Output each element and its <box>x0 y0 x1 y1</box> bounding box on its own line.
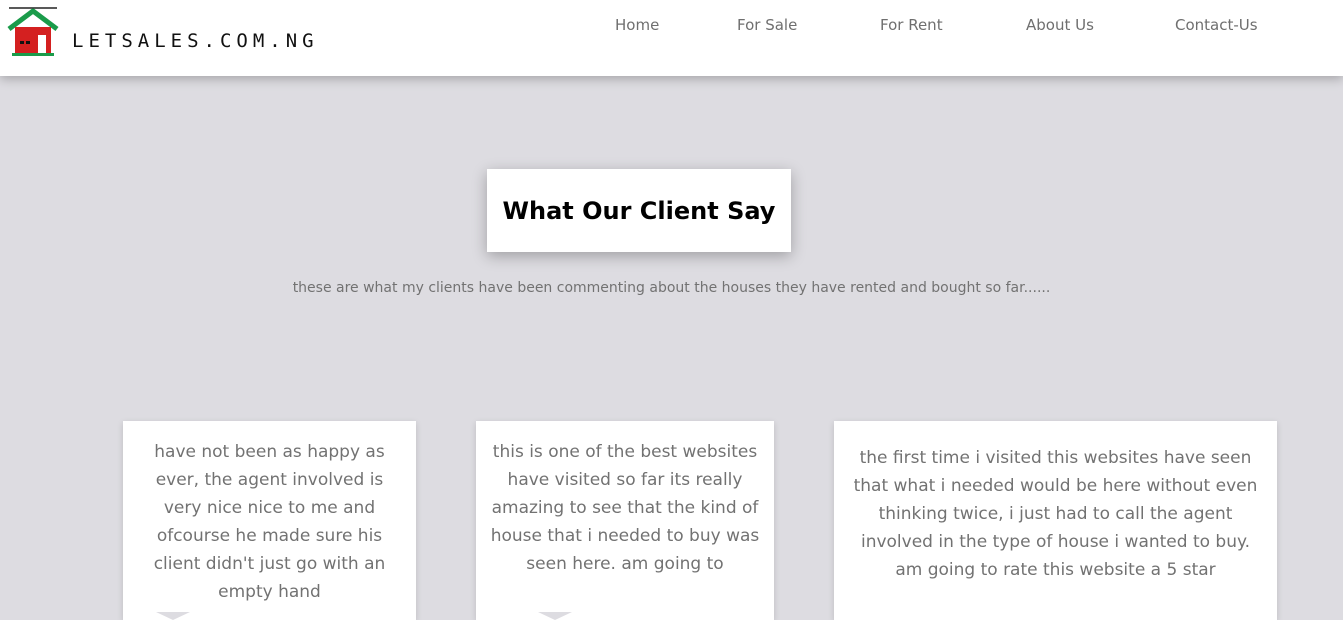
section-subtitle: these are what my clients have been comm… <box>292 280 1051 296</box>
testimonial-text: this is one of the best websites have vi… <box>490 442 760 574</box>
house-logo-icon[interactable] <box>7 7 59 57</box>
testimonial-text: the first time i visited this websites h… <box>853 448 1258 580</box>
brand-name[interactable]: LETSALES.COM.NG <box>72 30 319 52</box>
section-title-box: What Our Client Say <box>487 169 791 252</box>
testimonial-text: have not been as happy as ever, the agen… <box>153 442 386 602</box>
nav-for-sale-link[interactable]: For Sale <box>737 16 797 34</box>
testimonial-card: the first time i visited this websites h… <box>834 421 1277 620</box>
nav-contact-us-link[interactable]: Contact-Us <box>1175 16 1258 34</box>
card-pointer <box>156 612 190 620</box>
card-pointer <box>538 612 572 620</box>
nav-about-us-link[interactable]: About Us <box>1026 16 1094 34</box>
testimonial-card: have not been as happy as ever, the agen… <box>123 421 416 620</box>
nav-for-rent-link[interactable]: For Rent <box>880 16 943 34</box>
section-title: What Our Client Say <box>502 196 776 225</box>
testimonial-card: this is one of the best websites have vi… <box>476 421 774 620</box>
navbar: LETSALES.COM.NG Home For Sale For Rent A… <box>0 0 1343 76</box>
nav-home-link[interactable]: Home <box>615 16 659 34</box>
